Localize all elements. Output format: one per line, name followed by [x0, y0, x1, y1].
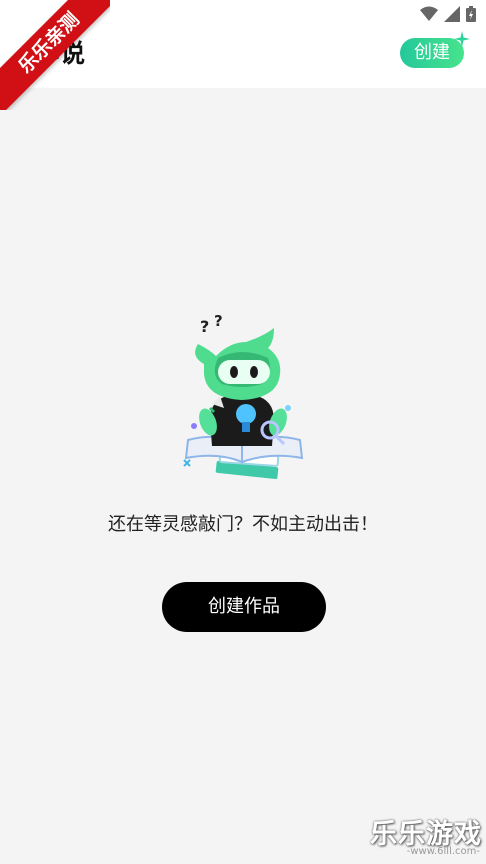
empty-state-illustration: ? ?	[170, 308, 316, 490]
svg-text:?: ?	[214, 312, 223, 330]
watermark-url: -www.6lll.com-	[406, 846, 480, 857]
wifi-icon	[420, 6, 438, 26]
create-work-button[interactable]: 创建作品	[162, 582, 326, 632]
battery-icon	[466, 6, 476, 26]
svg-text:?: ?	[200, 317, 209, 336]
empty-state-message: 还在等灵感敲门？不如主动出击！	[108, 514, 378, 535]
corner-ribbon: 乐乐亲测	[0, 0, 110, 110]
status-icons	[420, 6, 476, 26]
ribbon-text: 乐乐亲测	[0, 0, 110, 110]
page: 小说 创建 乐乐亲测 ? ?	[0, 0, 486, 864]
site-watermark: 乐乐游戏 -www.6lll.com-	[366, 810, 482, 860]
sparkle-icon	[454, 31, 470, 51]
signal-icon	[444, 6, 460, 26]
